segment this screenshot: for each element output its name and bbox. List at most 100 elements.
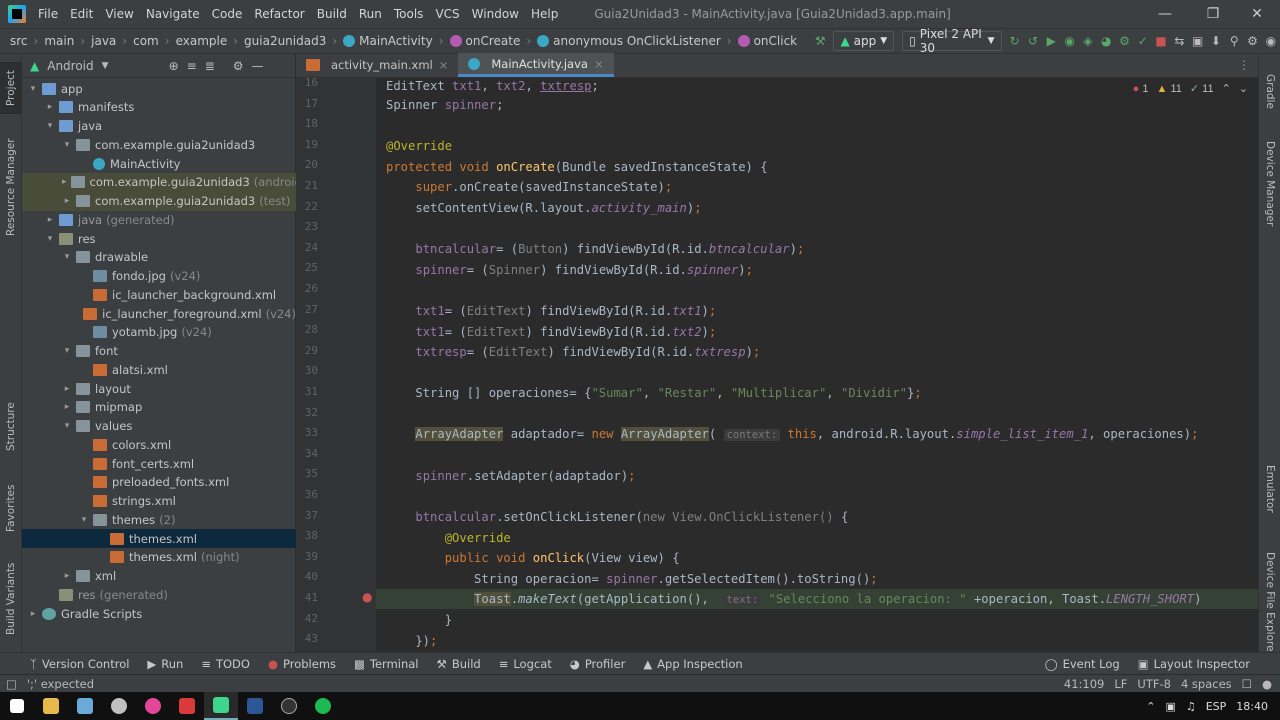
stop-icon[interactable]: ■ xyxy=(1152,31,1170,51)
close-icon[interactable]: × xyxy=(594,57,604,71)
chevron-down-icon[interactable]: ⌄ xyxy=(1239,82,1248,95)
word-icon[interactable] xyxy=(238,692,272,720)
tab-device-file-explorer[interactable]: Device File Explorer xyxy=(1259,544,1280,664)
gear-icon[interactable]: ⚙ xyxy=(233,59,244,73)
error-bulb-icon[interactable]: ● xyxy=(362,590,372,604)
line-separator[interactable]: LF xyxy=(1114,677,1127,691)
tool-run[interactable]: ▶ Run xyxy=(138,657,192,671)
expand-arrow-icon[interactable]: ▾ xyxy=(62,421,72,431)
tree-item[interactable]: strings.xml xyxy=(22,492,296,511)
crumb-anonymous[interactable]: anonymous OnClickListener xyxy=(553,34,721,48)
tool-todo[interactable]: ≡ TODO xyxy=(192,657,259,671)
search-icon[interactable]: ⚲ xyxy=(1225,31,1243,51)
tab-emulator[interactable]: Emulator xyxy=(1259,454,1280,524)
expand-arrow-icon[interactable]: ▾ xyxy=(79,515,89,525)
menu-refactor[interactable]: Refactor xyxy=(248,7,310,21)
tool-logcat[interactable]: ≡ Logcat xyxy=(490,657,561,671)
menu-help[interactable]: Help xyxy=(525,7,564,21)
tree-item[interactable]: themes.xml xyxy=(22,529,296,548)
app-icon[interactable] xyxy=(102,692,136,720)
rerun-icon[interactable]: ↻ xyxy=(1006,31,1024,51)
menu-build[interactable]: Build xyxy=(311,7,353,21)
expand-arrow-icon[interactable]: ▸ xyxy=(62,196,72,206)
menu-code[interactable]: Code xyxy=(206,7,249,21)
hide-icon[interactable]: — xyxy=(252,59,264,73)
tab-device-manager[interactable]: Device Manager xyxy=(1259,134,1280,234)
vivaldi-icon[interactable] xyxy=(170,692,204,720)
tool-build[interactable]: ⚒ Build xyxy=(428,657,490,671)
expand-arrow-icon[interactable]: ▾ xyxy=(28,84,38,94)
code-editor[interactable]: ● 1 ▲ 11 ✓ 11 ⌃ ⌄ EditText txt1, txt2, tx… xyxy=(376,78,1258,652)
expand-arrow-icon[interactable]: ▾ xyxy=(62,252,72,262)
expand-arrow-icon[interactable]: ▸ xyxy=(45,215,55,225)
tree-item[interactable]: ▸ com.example.guia2unidad3 (test) xyxy=(22,191,296,211)
tab-structure[interactable]: Structure xyxy=(0,394,22,460)
menu-tools[interactable]: Tools xyxy=(388,7,430,21)
crumb-method[interactable]: onCreate xyxy=(466,34,521,48)
maximize-icon[interactable]: ❐ xyxy=(1190,0,1236,28)
tree-item[interactable]: ▾ themes (2) xyxy=(22,510,296,529)
apply-changes-icon[interactable]: ↺ xyxy=(1024,31,1042,51)
device-manager-icon[interactable]: ▣ xyxy=(1189,31,1207,51)
crumb-java[interactable]: java xyxy=(91,34,116,48)
menu-edit[interactable]: Edit xyxy=(64,7,99,21)
expand-arrow-icon[interactable]: ▸ xyxy=(62,177,67,187)
crumb-example[interactable]: example xyxy=(176,34,228,48)
tree-item[interactable]: ▾ java xyxy=(22,117,296,136)
tab-favorites[interactable]: Favorites xyxy=(0,474,22,542)
run-icon[interactable]: ▶ xyxy=(1042,31,1060,51)
memory-icon[interactable]: ● xyxy=(1262,677,1272,691)
tree-item[interactable]: ▸ com.example.guia2unidad3(androidTest) xyxy=(22,172,296,192)
menu-view[interactable]: View xyxy=(99,7,139,21)
android-studio-taskbar-icon[interactable] xyxy=(204,692,238,720)
tree-item[interactable]: ▾ app xyxy=(22,79,296,98)
tool-event-log[interactable]: ◯ Event Log xyxy=(1036,657,1129,671)
close-icon[interactable]: × xyxy=(439,58,449,72)
network-icon[interactable]: ▣ xyxy=(1165,700,1175,713)
attach-debugger-icon[interactable]: ⚙ xyxy=(1115,31,1133,51)
tree-item[interactable]: ▾ values xyxy=(22,417,296,436)
expand-arrow-icon[interactable]: ▸ xyxy=(62,402,72,412)
tool-app-inspection[interactable]: ▲ App Inspection xyxy=(634,657,751,671)
tab-gradle[interactable]: Gradle xyxy=(1259,66,1280,116)
tab-project[interactable]: Project xyxy=(0,62,22,114)
toggle-panels-icon[interactable]: □ xyxy=(6,677,17,691)
tree-item[interactable]: ▸ mipmap xyxy=(22,398,296,417)
tool-terminal[interactable]: ▩ Terminal xyxy=(345,657,427,671)
windows-start-icon[interactable] xyxy=(0,692,34,720)
project-view-select[interactable]: Android xyxy=(47,59,93,73)
expand-arrow-icon[interactable]: ▾ xyxy=(62,346,72,356)
coverage-icon[interactable]: ◈ xyxy=(1079,31,1097,51)
crumb-com[interactable]: com xyxy=(133,34,159,48)
tool-layout-inspector[interactable]: ▣ Layout Inspector xyxy=(1129,657,1280,671)
sdk-manager-icon[interactable]: ⬇ xyxy=(1207,31,1225,51)
file-encoding[interactable]: UTF-8 xyxy=(1137,677,1171,691)
tab-main-activity-java[interactable]: MainActivity.java × xyxy=(458,53,614,77)
crumb-onclick[interactable]: onClick xyxy=(754,34,798,48)
tree-item[interactable]: ▸ Gradle Scripts xyxy=(22,604,296,623)
tree-item[interactable]: ▾ font xyxy=(22,342,296,361)
chevron-up-icon[interactable]: ⌃ xyxy=(1222,82,1231,95)
spotify-icon[interactable] xyxy=(306,692,340,720)
clock[interactable]: 18:40 xyxy=(1236,700,1268,713)
more-tabs-icon[interactable]: ⋮ xyxy=(1238,58,1250,72)
github-icon[interactable] xyxy=(272,692,306,720)
crumb-package[interactable]: guia2unidad3 xyxy=(244,34,326,48)
debug-icon[interactable]: ◉ xyxy=(1060,31,1078,51)
volume-icon[interactable]: ♫ xyxy=(1186,700,1196,713)
tree-item[interactable]: ▸ xml xyxy=(22,567,296,586)
tree-item[interactable]: res (generated) xyxy=(22,585,296,604)
tool-problems[interactable]: ● Problems xyxy=(259,657,345,671)
expand-arrow-icon[interactable]: ▸ xyxy=(62,384,72,394)
expand-all-icon[interactable]: ≡ xyxy=(187,59,197,73)
sync-gradle-icon[interactable]: ⇆ xyxy=(1170,31,1188,51)
expand-arrow-icon[interactable]: ▾ xyxy=(45,121,55,131)
tree-item[interactable]: ▸ manifests xyxy=(22,98,296,117)
tree-item[interactable]: alatsi.xml xyxy=(22,360,296,379)
tool-profiler[interactable]: ◕ Profiler xyxy=(561,657,635,671)
device-select[interactable]: ▯ Pixel 2 API 30 ▼ xyxy=(902,27,1002,55)
inspection-widget[interactable]: ● 1 ▲ 11 ✓ 11 ⌃ ⌄ xyxy=(1133,82,1248,96)
tree-item[interactable]: preloaded_fonts.xml xyxy=(22,473,296,492)
expand-arrow-icon[interactable]: ▾ xyxy=(62,140,72,150)
expand-arrow-icon[interactable]: ▸ xyxy=(62,571,72,581)
